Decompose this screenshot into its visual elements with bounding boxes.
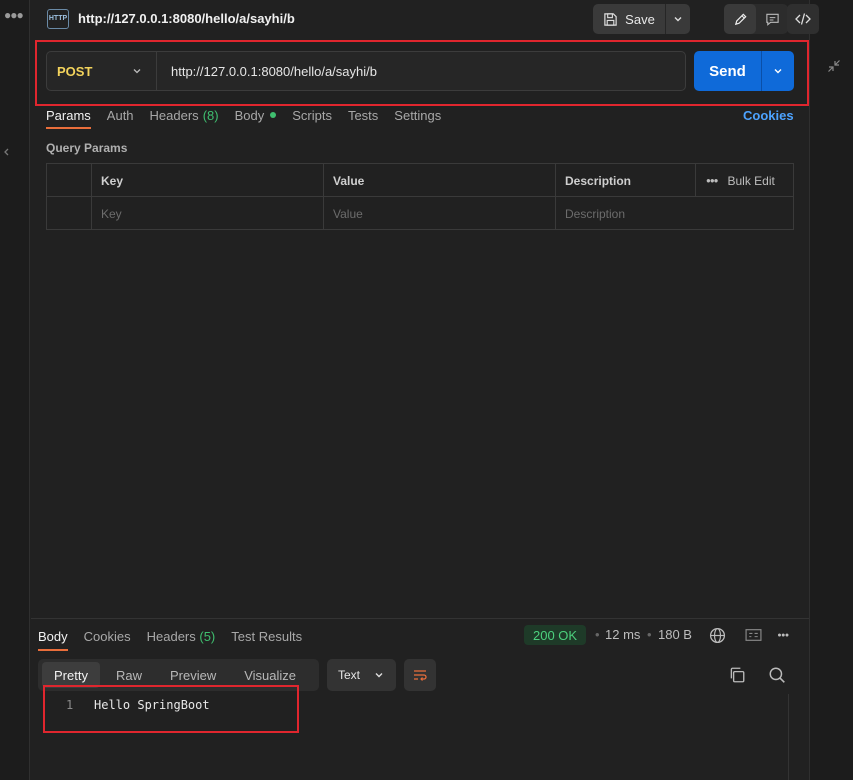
format-select[interactable]: Text bbox=[327, 659, 396, 691]
chevron-down-icon bbox=[133, 69, 141, 74]
response-view-tabs: Pretty Raw Preview Visualize bbox=[38, 659, 319, 691]
tab-label: Scripts bbox=[292, 107, 332, 123]
save-icon bbox=[604, 12, 617, 26]
tab-label: Settings bbox=[394, 107, 442, 123]
tab-label: Tests bbox=[347, 107, 379, 123]
param-description-input[interactable]: Description bbox=[555, 197, 793, 230]
column-header-value: Value bbox=[323, 164, 555, 197]
http-request-icon: HTTP bbox=[47, 9, 69, 29]
save-response-icon[interactable] bbox=[744, 626, 762, 644]
more-dots-icon: ●●● bbox=[706, 176, 718, 185]
line-number: 1 bbox=[66, 698, 74, 712]
table-row: Key Value Description bbox=[47, 197, 793, 230]
response-divider[interactable] bbox=[31, 618, 809, 619]
url-input-box: POST http://127.0.0.1:8080/hello/a/sayhi… bbox=[46, 51, 686, 91]
tab-body[interactable]: Body bbox=[235, 106, 277, 124]
pencil-icon bbox=[734, 12, 747, 25]
response-body-viewer[interactable]: 1 Hello SpringBoot bbox=[38, 694, 798, 780]
right-sidebar-strip bbox=[809, 0, 853, 780]
request-tab-bar: HTTP http://127.0.0.1:8080/hello/a/sayhi… bbox=[31, 0, 809, 38]
response-tab-headers[interactable]: Headers (5) bbox=[147, 627, 216, 645]
request-tabs: Params Auth Headers (8) Body Scripts Test… bbox=[46, 106, 441, 129]
view-tab-raw[interactable]: Raw bbox=[104, 662, 154, 688]
send-options-button[interactable] bbox=[761, 51, 794, 91]
save-options-button[interactable] bbox=[665, 4, 690, 34]
url-input[interactable]: http://127.0.0.1:8080/hello/a/sayhi/b bbox=[171, 64, 377, 79]
wrap-lines-icon bbox=[414, 670, 427, 681]
tab-label: Auth bbox=[106, 107, 134, 123]
wrap-lines-button[interactable] bbox=[404, 659, 436, 691]
separator-dot: • bbox=[595, 627, 600, 642]
chevron-down-icon bbox=[674, 17, 682, 22]
comments-button[interactable] bbox=[756, 4, 788, 34]
chevron-down-icon bbox=[774, 69, 782, 74]
send-button[interactable]: Send bbox=[694, 51, 761, 91]
view-tab-preview[interactable]: Preview bbox=[158, 662, 228, 688]
body-indicator-dot bbox=[270, 112, 277, 118]
tab-headers[interactable]: Headers (8) bbox=[150, 106, 219, 124]
tab-label: Params bbox=[46, 107, 91, 123]
save-button-label: Save bbox=[625, 11, 655, 27]
column-header-key: Key bbox=[91, 164, 323, 197]
bulk-edit-button[interactable]: ●●● Bulk Edit bbox=[695, 164, 793, 197]
tab-label: Cookies bbox=[83, 628, 131, 644]
tab-label: Test Results bbox=[231, 628, 303, 644]
save-button-group: Save bbox=[593, 4, 690, 34]
search-icon[interactable] bbox=[768, 666, 786, 684]
request-tab-title[interactable]: http://127.0.0.1:8080/hello/a/sayhi/b bbox=[78, 11, 295, 26]
cookies-link[interactable]: Cookies bbox=[743, 108, 794, 123]
response-headers-count: (5) bbox=[199, 628, 216, 644]
query-params-table: Key Value Description ●●● Bulk Edit Key … bbox=[46, 163, 794, 230]
send-button-group: Send bbox=[694, 51, 794, 91]
save-button[interactable]: Save bbox=[593, 4, 665, 34]
more-dots-icon[interactable]: ●●● bbox=[4, 8, 24, 22]
response-tabs: Body Cookies Headers (5) Test Results bbox=[38, 627, 302, 651]
tab-tests[interactable]: Tests bbox=[348, 106, 378, 124]
response-tab-cookies[interactable]: Cookies bbox=[84, 627, 131, 645]
url-bar: POST http://127.0.0.1:8080/hello/a/sayhi… bbox=[46, 51, 794, 91]
status-badge[interactable]: 200 OK bbox=[524, 625, 587, 645]
method-label: POST bbox=[57, 63, 93, 79]
code-icon bbox=[795, 13, 811, 25]
collapse-icon[interactable] bbox=[826, 58, 842, 74]
request-workspace: HTTP http://127.0.0.1:8080/hello/a/sayhi… bbox=[31, 0, 809, 780]
tab-label: Body bbox=[234, 107, 265, 123]
column-header-description: Description bbox=[555, 164, 695, 197]
response-tab-body[interactable]: Body bbox=[38, 627, 68, 651]
response-size[interactable]: 180 B bbox=[658, 627, 692, 642]
comment-icon bbox=[765, 13, 779, 26]
left-sidebar-strip: ●●● bbox=[0, 0, 30, 780]
tab-auth[interactable]: Auth bbox=[107, 106, 134, 124]
chevron-down-icon bbox=[375, 673, 383, 678]
response-line: Hello SpringBoot bbox=[94, 698, 210, 712]
response-time[interactable]: 12 ms bbox=[605, 627, 640, 642]
edit-button[interactable] bbox=[724, 4, 756, 34]
table-header-row: Key Value Description ●●● Bulk Edit bbox=[47, 164, 793, 197]
code-snippet-button[interactable] bbox=[787, 4, 819, 34]
bulk-edit-label: Bulk Edit bbox=[727, 173, 775, 188]
copy-icon[interactable] bbox=[728, 666, 746, 684]
separator-dot: • bbox=[647, 627, 652, 642]
method-select[interactable]: POST bbox=[47, 52, 157, 90]
param-value-input[interactable]: Value bbox=[323, 197, 555, 230]
tab-params[interactable]: Params bbox=[46, 106, 91, 129]
headers-count-badge: (8) bbox=[202, 107, 219, 123]
query-params-label: Query Params bbox=[46, 141, 128, 155]
more-options-icon[interactable]: ●●● bbox=[774, 626, 792, 644]
tab-settings[interactable]: Settings bbox=[394, 106, 441, 124]
tab-label: Headers bbox=[149, 107, 199, 123]
format-label: Text bbox=[338, 668, 361, 682]
response-tab-test-results[interactable]: Test Results bbox=[231, 627, 302, 645]
response-scrollbar[interactable] bbox=[788, 694, 802, 780]
tab-label: Body bbox=[38, 628, 68, 644]
tab-label: Headers bbox=[146, 628, 196, 644]
globe-icon[interactable] bbox=[708, 626, 726, 644]
param-key-input[interactable]: Key bbox=[91, 197, 323, 230]
view-tab-visualize[interactable]: Visualize bbox=[232, 662, 308, 688]
view-tab-pretty[interactable]: Pretty bbox=[42, 662, 100, 688]
edit-comment-group bbox=[724, 4, 788, 34]
tab-scripts[interactable]: Scripts bbox=[292, 106, 332, 124]
chevron-left-icon[interactable] bbox=[2, 147, 12, 157]
